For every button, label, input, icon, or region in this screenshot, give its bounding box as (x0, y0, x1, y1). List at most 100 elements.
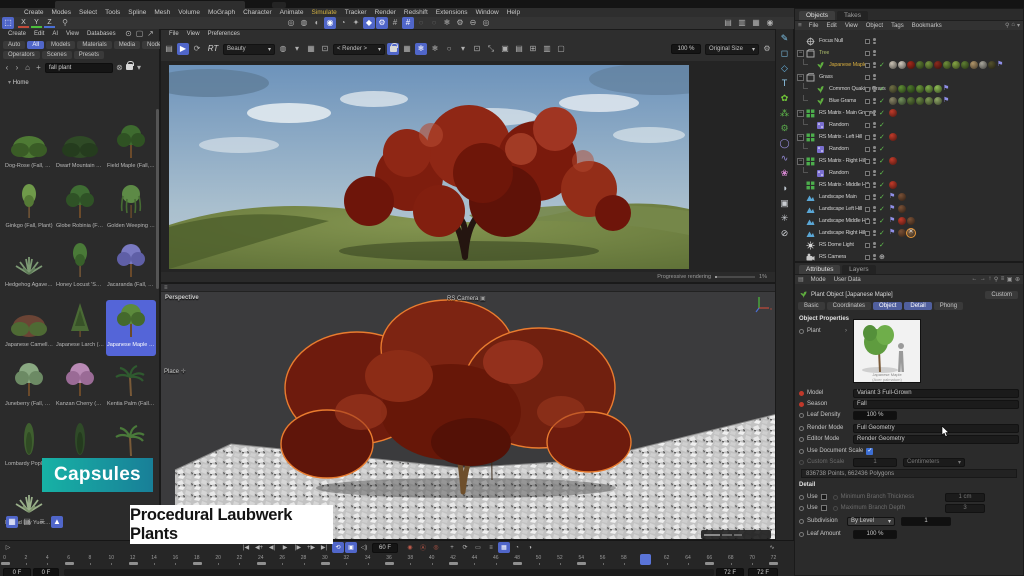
material-tag[interactable] (907, 61, 915, 69)
enabled-check-icon[interactable]: ✓ (879, 121, 885, 129)
mode-icon[interactable]: ▤ (798, 276, 804, 283)
object-row-japanese-maple[interactable]: Japanese Maple✓⚑ (795, 59, 1023, 71)
autokey-button[interactable]: Ⓐ (417, 542, 429, 553)
browser-menu-ai[interactable]: AI (48, 31, 62, 37)
browser-scrollbar[interactable] (156, 109, 159, 289)
visibility-dots[interactable] (873, 182, 876, 189)
palette-annotate-icon[interactable]: ⊘ (779, 227, 791, 239)
material-tag[interactable] (916, 97, 924, 105)
visibility-dots[interactable] (873, 206, 876, 213)
add-icon[interactable]: + (34, 62, 43, 74)
fcurve-icon[interactable]: ∿ (766, 542, 778, 553)
menu-extensions[interactable]: Extensions (432, 9, 472, 16)
lock-icon[interactable] (126, 64, 133, 72)
list-view-icon[interactable]: ▤ (21, 516, 33, 528)
browser-tab-auto[interactable]: Auto (3, 41, 25, 49)
quantize-icon[interactable]: ◐ (311, 17, 323, 29)
menu-modes[interactable]: Modes (48, 9, 76, 16)
browser-tab-materials[interactable]: Materials (77, 41, 111, 49)
objects-search-icon[interactable]: ⚲ (1005, 22, 1009, 29)
dim-circle1-icon[interactable]: ○ (415, 17, 427, 29)
crop-icon[interactable]: ⊡ (319, 43, 331, 55)
plant-card-ginkgo-fall-plant[interactable]: Ginkgo (Fall, Plant) (4, 181, 54, 237)
expander-icon[interactable]: − (797, 50, 804, 57)
palette-cloner-icon[interactable]: ⁂ (779, 107, 791, 119)
tab-objects[interactable]: Objects (799, 11, 835, 20)
menu-mode[interactable]: Mode (807, 277, 830, 283)
select-tool-icon[interactable]: ⬚ (2, 17, 14, 29)
material-tag[interactable] (898, 85, 906, 93)
enabled-check-icon[interactable]: ✓ (879, 229, 885, 237)
axis-x-button[interactable]: X (18, 18, 29, 28)
search-input[interactable]: fall plant (45, 63, 113, 73)
plant-card-golden-weeping-willo[interactable]: Golden Weeping Willo... (106, 181, 156, 237)
enabled-check-icon[interactable]: ✓ (879, 241, 885, 249)
freeze-icon[interactable]: ❄ (441, 17, 453, 29)
current-frame-field[interactable]: 60 F (372, 543, 398, 553)
model-dropdown[interactable]: Variant 3 Full-Grown (853, 389, 1019, 398)
tab-attributes[interactable]: Attributes (799, 265, 840, 274)
object-row-random[interactable]: Random✓ (795, 167, 1023, 179)
render-queue-icon[interactable]: ▦ (750, 17, 762, 29)
object-row-landscape-right-hill[interactable]: Landscape Right Hill✓⚑✕ (795, 227, 1023, 239)
enabled-check-icon[interactable]: ✓ (879, 193, 885, 201)
palette-primitive-plane-icon[interactable]: ◻ (779, 47, 791, 59)
material-tag[interactable] (925, 85, 933, 93)
object-row-rs-matrix-main-ground[interactable]: −RS Matrix - Main Ground✓ (795, 107, 1023, 119)
snapshot-icon[interactable]: ❄ (415, 43, 427, 55)
expand-arrow-icon[interactable]: › (845, 328, 847, 334)
xpresso-flag-icon[interactable]: ⚑ (943, 84, 949, 92)
viewport-menu-icon[interactable]: ≡ (164, 285, 168, 291)
grid-icon[interactable]: # (389, 17, 401, 29)
section-tab-coordinates[interactable]: Coordinates (827, 302, 871, 310)
lock-icon[interactable] (387, 43, 399, 55)
object-row-rs-matrix-right-hill[interactable]: −RS Matrix - Right Hill✓ (795, 155, 1023, 167)
expander-icon[interactable]: − (797, 134, 804, 141)
dim-circle2-icon[interactable]: ○ (428, 17, 440, 29)
material-tag[interactable] (979, 61, 987, 69)
visibility-dots[interactable] (873, 218, 876, 225)
browser-tab-all[interactable]: All (27, 41, 44, 49)
ab-compare-icon[interactable]: ◍ (277, 43, 289, 55)
browser-subtab-operators[interactable]: Operators (3, 51, 40, 59)
leaf-density-field[interactable]: 100 % (853, 411, 897, 420)
menu-tracker[interactable]: Tracker (341, 9, 371, 16)
layer-box[interactable] (865, 159, 870, 164)
visibility-dots[interactable] (873, 74, 876, 81)
browser-menu-databases[interactable]: Databases (83, 31, 120, 37)
subdivision-mode-dropdown[interactable]: By Level▾ (847, 517, 895, 526)
material-tag[interactable] (988, 61, 996, 69)
range-start-field[interactable]: 0 F (3, 568, 31, 576)
palette-light-tool-icon[interactable]: ✳ (779, 212, 791, 224)
layer-box[interactable] (865, 135, 870, 140)
xpresso-flag-icon[interactable]: ⚑ (943, 96, 949, 104)
layer-box[interactable] (865, 51, 870, 56)
breadcrumb[interactable]: ▾ Home (0, 75, 159, 86)
simulation-icon[interactable]: ◉ (324, 17, 336, 29)
object-row-grass[interactable]: −Grass (795, 71, 1023, 83)
material-tag[interactable] (916, 61, 924, 69)
preview-end-field[interactable]: 72 F (716, 568, 744, 576)
loop-button[interactable]: ⟲ (332, 542, 344, 553)
object-row-rs-dome-light[interactable]: RS Dome Light✓ (795, 239, 1023, 251)
material-tag[interactable] (943, 61, 951, 69)
layer-box[interactable] (865, 63, 870, 68)
attr-up-icon[interactable]: ↑ (988, 276, 991, 283)
enabled-check-icon[interactable]: ✓ (879, 217, 885, 225)
range-end-field[interactable]: 72 F (748, 568, 778, 576)
character-pose-icon[interactable]: ✦ (350, 17, 362, 29)
material-tag[interactable] (907, 85, 915, 93)
fit-icon[interactable]: ⤡ (485, 43, 497, 55)
palette-spline-pen-icon[interactable]: ✎ (779, 32, 791, 44)
objects-menu-bookmarks[interactable]: Bookmarks (908, 23, 946, 29)
back-icon[interactable]: ‹ (3, 62, 11, 74)
material-tag[interactable] (970, 61, 978, 69)
min-branch-field[interactable]: 1 cm (945, 493, 985, 502)
menu-spline[interactable]: Spline (124, 9, 150, 16)
scroll-up-icon[interactable]: ▲ (51, 516, 63, 528)
plant-card-jacaranda-fall-plant[interactable]: Jacaranda (Fall, Plant) (106, 240, 156, 296)
material-tag[interactable] (952, 61, 960, 69)
menu-help[interactable]: Help (503, 9, 524, 16)
layer-box[interactable] (865, 123, 870, 128)
menu-mesh[interactable]: Mesh (150, 9, 174, 16)
